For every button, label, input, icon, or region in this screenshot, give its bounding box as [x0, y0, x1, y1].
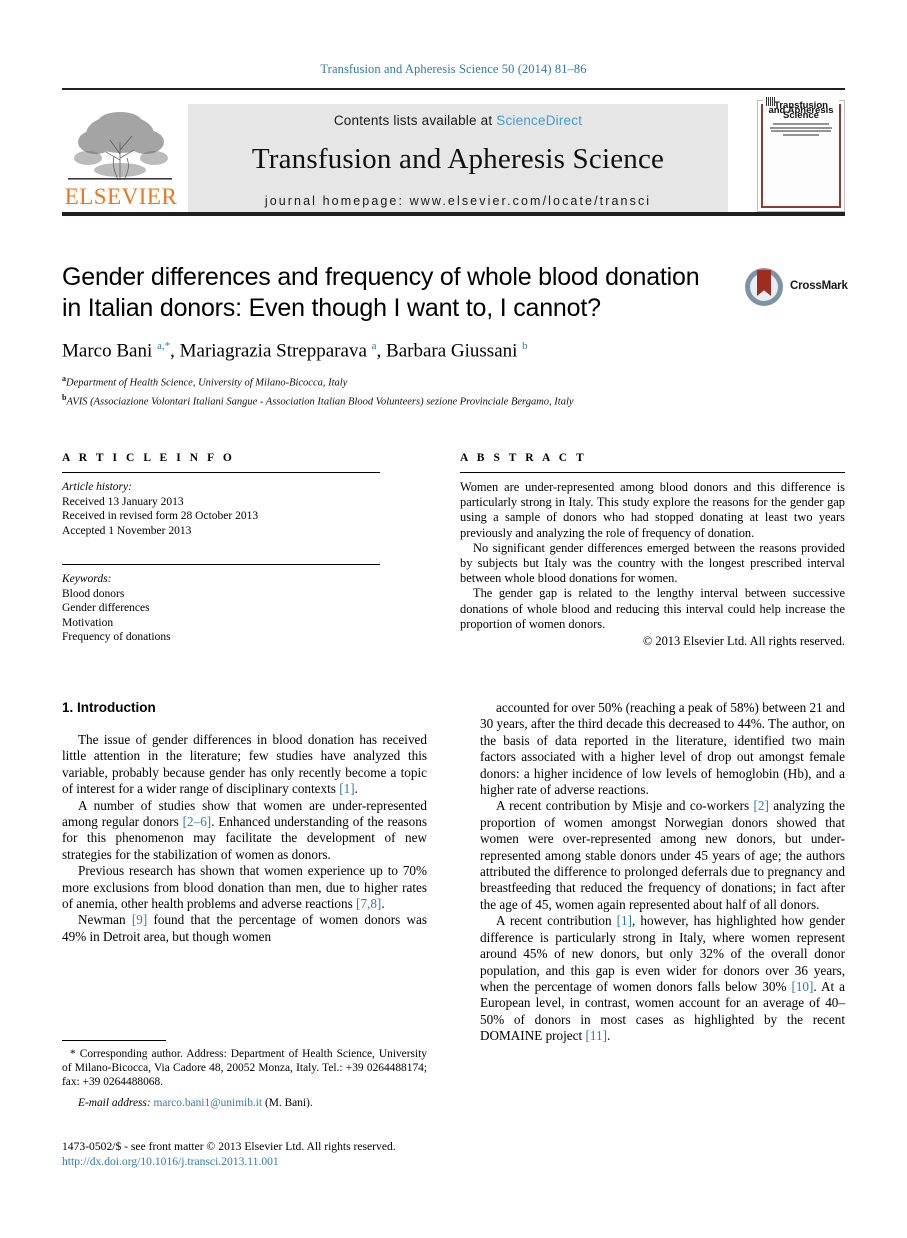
article-history-item: Received 13 January 2013 — [62, 495, 184, 508]
abstract-text: Women are under-represented among blood … — [460, 480, 845, 632]
footnote-divider — [62, 1040, 166, 1041]
left-column-paragraphs: The issue of gender differences in blood… — [62, 732, 427, 945]
email-label: E-mail address: — [78, 1096, 151, 1109]
right-column-paragraphs: accounted for over 50% (reaching a peak … — [480, 700, 845, 1045]
paragraph-text: analyzing the proportion of women amongs… — [480, 798, 846, 912]
citation-link[interactable]: [1] — [339, 781, 354, 796]
journal-title: Transfusion and Apheresis Science — [251, 143, 665, 175]
affiliation-b: bAVIS (Associazione Volontari Italiani S… — [62, 392, 574, 408]
citation-link[interactable]: [2] — [754, 798, 769, 813]
section-heading-introduction: 1. Introduction — [62, 700, 156, 715]
body-paragraph: A recent contribution [1], however, has … — [480, 913, 845, 1044]
elsevier-logo: ELSEVIER — [62, 108, 180, 212]
abstract-paragraph: No significant gender differences emerge… — [460, 540, 845, 586]
citation-link[interactable]: [9] — [132, 912, 147, 927]
crossmark-badge[interactable]: CrossMark — [745, 268, 848, 308]
paragraph-text: accounted for over 50% (reaching a peak … — [480, 700, 845, 798]
body-paragraph: Previous research has shown that women e… — [62, 863, 427, 912]
keyword-item: Motivation — [62, 616, 114, 629]
journal-masthead: ELSEVIER Contents lists available at Sci… — [62, 88, 845, 216]
keywords-label: Keywords: — [62, 573, 112, 585]
cover-subtitle-lines — [763, 123, 839, 136]
title-line-2: in Italian donors: Even though I want to… — [62, 294, 601, 322]
paragraph-text: . — [354, 781, 358, 797]
affiliation-list: aDepartment of Health Science, Universit… — [62, 372, 845, 409]
citation-link[interactable]: [11] — [585, 1028, 606, 1043]
abstract-copyright: © 2013 Elsevier Ltd. All rights reserved… — [642, 634, 845, 649]
journal-homepage[interactable]: journal homepage: www.elsevier.com/locat… — [188, 194, 728, 208]
abstract-paragraph: Women are under-represented among blood … — [460, 480, 845, 540]
divider — [62, 564, 380, 565]
paragraph-text: . — [606, 1028, 611, 1044]
email-owner: (M. Bani). — [264, 1096, 313, 1109]
body-paragraph: The issue of gender differences in blood… — [62, 732, 427, 798]
body-paragraph: accounted for over 50% (reaching a peak … — [480, 700, 845, 798]
body-column-right: accounted for over 50% (reaching a peak … — [480, 700, 845, 1045]
article-page: Transfusion and Apheresis Science 50 (20… — [0, 0, 907, 1238]
keyword-item: Frequency of donations — [62, 631, 171, 643]
keywords-block: Keywords: Blood donors Gender differences… — [62, 572, 380, 645]
body-paragraph: Newman [9] found that the percentage of … — [62, 912, 427, 945]
citation-link[interactable]: [1] — [617, 913, 632, 928]
imprint-line: 1473-0502/$ - see front matter © 2013 El… — [62, 1140, 396, 1153]
citation-link[interactable]: [2–6] — [183, 814, 212, 829]
contents-line: Contents lists available at ScienceDirec… — [188, 104, 728, 128]
abstract-paragraph: The gender gap is related to the lengthy… — [460, 586, 845, 631]
divider — [460, 472, 845, 473]
imprint-block: 1473-0502/$ - see front matter © 2013 El… — [62, 1140, 462, 1169]
article-history-label: Article history: — [62, 481, 132, 493]
elsevier-tree-icon — [62, 108, 180, 184]
doi-link[interactable]: http://dx.doi.org/10.1016/j.transci.2013… — [62, 1155, 462, 1170]
page-title: Gender differences and frequency of whol… — [62, 262, 712, 324]
keyword-item: Blood donors — [62, 587, 125, 600]
sciencedirect-link[interactable]: ScienceDirect — [496, 113, 582, 128]
title-block: Gender differences and frequency of whol… — [62, 262, 848, 409]
crossmark-icon — [745, 268, 783, 306]
article-info-heading: A R T I C L E I N F O — [62, 452, 235, 464]
email-link[interactable]: marco.bani1@unimib.it — [154, 1097, 263, 1109]
citation-link[interactable]: [7,8] — [356, 896, 381, 911]
journal-cover-thumbnail: Transfusion and Apheresis Science — [757, 97, 845, 212]
paragraph-text: A recent contribution by Misje and co-wo… — [496, 798, 754, 814]
keyword-items: Blood donors Gender differences Motivation… — [62, 587, 380, 645]
paragraph-text: Newman — [78, 912, 132, 928]
divider — [62, 472, 380, 473]
email-note: E-mail address: marco.bani1@unimib.it (M… — [62, 1096, 427, 1110]
body-paragraph: A number of studies show that women are … — [62, 798, 427, 864]
abstract-heading: A B S T R A C T — [460, 452, 587, 464]
paragraph-text: The issue of gender differences in blood… — [62, 732, 427, 797]
citation-link[interactable]: [10] — [791, 979, 813, 994]
affiliation-a: aDepartment of Health Science, Universit… — [62, 374, 348, 389]
corresponding-author-note: * Corresponding author. Address: Departm… — [62, 1048, 427, 1089]
body-paragraph: A recent contribution by Misje and co-wo… — [480, 798, 845, 913]
keyword-item: Gender differences — [62, 602, 150, 614]
abstract-column: A B S T R A C T Women are under-represen… — [460, 452, 845, 649]
running-head: Transfusion and Apheresis Science 50 (20… — [320, 62, 587, 76]
article-history-item: Received in revised form 28 October 2013 — [62, 510, 259, 522]
body-column-left: 1. Introduction The issue of gender diff… — [62, 700, 427, 945]
contents-prefix: Contents lists available at — [333, 113, 497, 128]
article-info-column: A R T I C L E I N F O Article history: R… — [62, 452, 380, 645]
barcode-icon — [766, 97, 775, 106]
paragraph-text: . — [381, 896, 385, 912]
article-history-items: Received 13 January 2013 Received in revi… — [62, 495, 380, 539]
footnote-block: * Corresponding author. Address: Departm… — [62, 1040, 427, 1110]
paragraph-text: A recent contribution — [496, 913, 617, 929]
masthead-banner: Contents lists available at ScienceDirec… — [188, 104, 728, 212]
title-line-1: Gender differences and frequency of whol… — [62, 263, 700, 291]
article-history-item: Accepted 1 November 2013 — [62, 524, 192, 537]
article-history: Article history: Received 13 January 201… — [62, 480, 380, 538]
crossmark-label: CrossMark — [790, 280, 848, 292]
elsevier-wordmark: ELSEVIER — [64, 184, 178, 209]
author-list: Marco Bani a,*, Mariagrazia Strepparava … — [62, 340, 528, 362]
